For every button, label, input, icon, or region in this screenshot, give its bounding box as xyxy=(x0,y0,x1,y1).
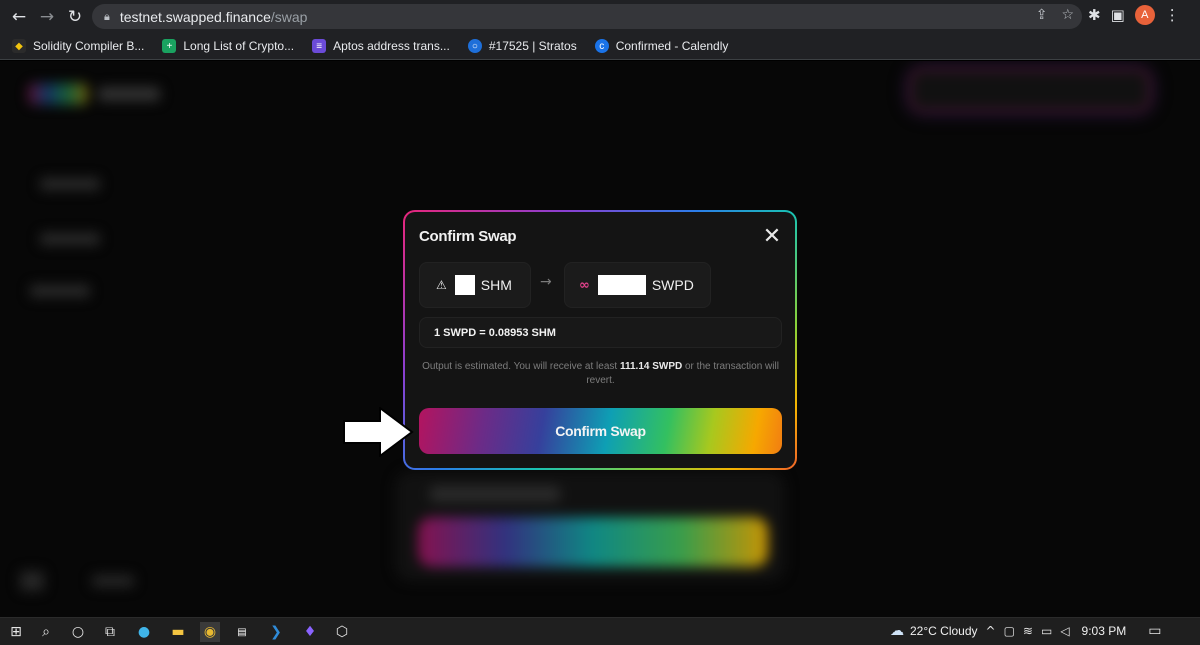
side-panel-icon[interactable]: ▣ xyxy=(1111,6,1125,24)
bookmark-aptos[interactable]: ≡ Aptos address trans... xyxy=(312,39,450,53)
bookmark-label: Long List of Crypto... xyxy=(183,39,295,53)
exchange-rate: 1 SWPD = 0.08953 SHM xyxy=(419,317,782,348)
menu-kebab-icon[interactable]: ⋮ xyxy=(1165,6,1180,24)
app-logo-text xyxy=(98,87,160,101)
footer-icon xyxy=(20,571,44,591)
forms-icon: ≡ xyxy=(312,39,327,53)
from-token-symbol: SHM xyxy=(480,277,512,293)
bookmark-label: Confirmed - Calendly xyxy=(615,39,729,53)
vscode-icon[interactable]: ❯ xyxy=(266,622,286,642)
volume-icon[interactable]: ◁ xyxy=(1060,624,1069,638)
stratos-icon: ○ xyxy=(467,39,482,53)
search-icon[interactable]: ⌕ xyxy=(36,622,56,642)
close-icon[interactable]: ✕ xyxy=(760,225,784,249)
bookmark-label: Solidity Compiler B... xyxy=(33,39,145,53)
os-taskbar: ⊞ ⌕ ○ ⧉ ● ▬ ◉ ▤ ❯ ♦ ⬡ ☁ 22°C Cloudy ^ ▢ … xyxy=(0,617,1200,645)
connect-wallet-area xyxy=(910,69,1150,111)
redacted-amount xyxy=(597,275,646,295)
app-cube-icon[interactable]: ⬡ xyxy=(332,622,352,642)
swapped-icon: ∞ xyxy=(579,277,590,293)
app-crystal-icon[interactable]: ♦ xyxy=(300,622,320,642)
lock-icon: 🔒︎ xyxy=(104,9,110,23)
reload-icon[interactable]: ↻ xyxy=(64,6,86,28)
file-explorer-icon[interactable]: ▬ xyxy=(168,622,188,642)
bookmark-stratos[interactable]: ○ #17525 | Stratos xyxy=(467,39,577,53)
redacted-amount xyxy=(454,275,475,295)
extensions-icon[interactable]: ✱ xyxy=(1088,6,1101,24)
share-icon[interactable]: ⇪ xyxy=(1036,7,1048,23)
sidebar-item xyxy=(40,178,100,190)
meet-now-icon[interactable]: ▢ xyxy=(1004,624,1015,638)
profile-avatar[interactable]: A xyxy=(1134,5,1155,25)
page-content: Confirm Swap ✕ ⚠︎ SHM → ∞ SWPD 1 SWPD = … xyxy=(0,61,1200,617)
bookmark-label: #17525 | Stratos xyxy=(488,39,577,53)
confirm-swap-button[interactable]: Confirm Swap xyxy=(419,408,782,454)
forward-icon[interactable]: → xyxy=(36,6,58,28)
bookmark-solidity[interactable]: ◆ Solidity Compiler B... xyxy=(12,39,144,53)
weather-text[interactable]: 22°C Cloudy xyxy=(910,624,978,638)
chevron-up-icon[interactable]: ^ xyxy=(986,624,996,638)
battery-icon[interactable]: ▭ xyxy=(1041,624,1052,638)
system-tray: ☁ 22°C Cloudy ^ ▢ ≋ ▭ ◁ 9:03 PM ▭ xyxy=(890,623,1161,639)
url-path: /swap xyxy=(270,8,308,25)
word-app-icon[interactable]: ▤ xyxy=(232,622,252,642)
note-prefix: Output is estimated. You will receive at… xyxy=(422,361,620,372)
from-token: ⚠︎ SHM xyxy=(419,262,531,308)
pointer-arrow-icon xyxy=(343,407,414,457)
note-amount: 111.14 SWPD xyxy=(619,361,683,372)
swap-card-button xyxy=(418,517,768,567)
bookmark-label: Aptos address trans... xyxy=(333,39,450,53)
chrome-icon[interactable]: ◉ xyxy=(200,622,220,642)
cortana-icon[interactable]: ○ xyxy=(68,622,88,642)
bookmark-star-icon[interactable]: ☆ xyxy=(1061,7,1074,23)
sidebar-item xyxy=(40,233,100,245)
solidity-icon: ◆ xyxy=(12,39,26,53)
cloud-icon: ☁ xyxy=(890,623,904,639)
modal-title: Confirm Swap xyxy=(419,228,517,245)
arrow-right-icon: → xyxy=(540,274,552,290)
to-token: ∞ SWPD xyxy=(564,262,711,308)
bookmark-crypto-list[interactable]: + Long List of Crypto... xyxy=(162,39,294,53)
browser-toolbar: ← → ↻ 🔒︎ testnet.swapped.finance/swap ⇪ … xyxy=(0,0,1200,33)
task-view-icon[interactable]: ⧉ xyxy=(100,622,120,642)
app-logo xyxy=(28,83,88,105)
calendly-icon: c xyxy=(594,39,609,53)
bookmarks-bar: ◆ Solidity Compiler B... + Long List of … xyxy=(0,33,1200,60)
clock-time[interactable]: 9:03 PM xyxy=(1082,624,1127,638)
sheets-icon: + xyxy=(162,39,177,53)
address-bar[interactable]: 🔒︎ testnet.swapped.finance/swap ⇪ ☆ xyxy=(92,4,1082,29)
back-icon[interactable]: ← xyxy=(8,6,30,28)
swap-card-row xyxy=(430,486,560,502)
to-token-symbol: SWPD xyxy=(651,277,694,293)
estimate-note: Output is estimated. You will receive at… xyxy=(419,360,782,388)
sidebar-item xyxy=(30,285,90,297)
footer-text xyxy=(92,575,134,587)
windows-start-icon[interactable]: ⊞ xyxy=(6,622,26,642)
confirm-swap-modal: Confirm Swap ✕ ⚠︎ SHM → ∞ SWPD 1 SWPD = … xyxy=(403,210,797,470)
edge-icon[interactable]: ● xyxy=(134,622,154,642)
wifi-icon[interactable]: ≋ xyxy=(1023,624,1033,638)
bookmark-calendly[interactable]: c Confirmed - Calendly xyxy=(594,39,729,53)
url-host: testnet.swapped.finance xyxy=(119,8,271,25)
shardeum-icon: ⚠︎ xyxy=(436,278,447,292)
notification-icon[interactable]: ▭ xyxy=(1148,623,1161,639)
